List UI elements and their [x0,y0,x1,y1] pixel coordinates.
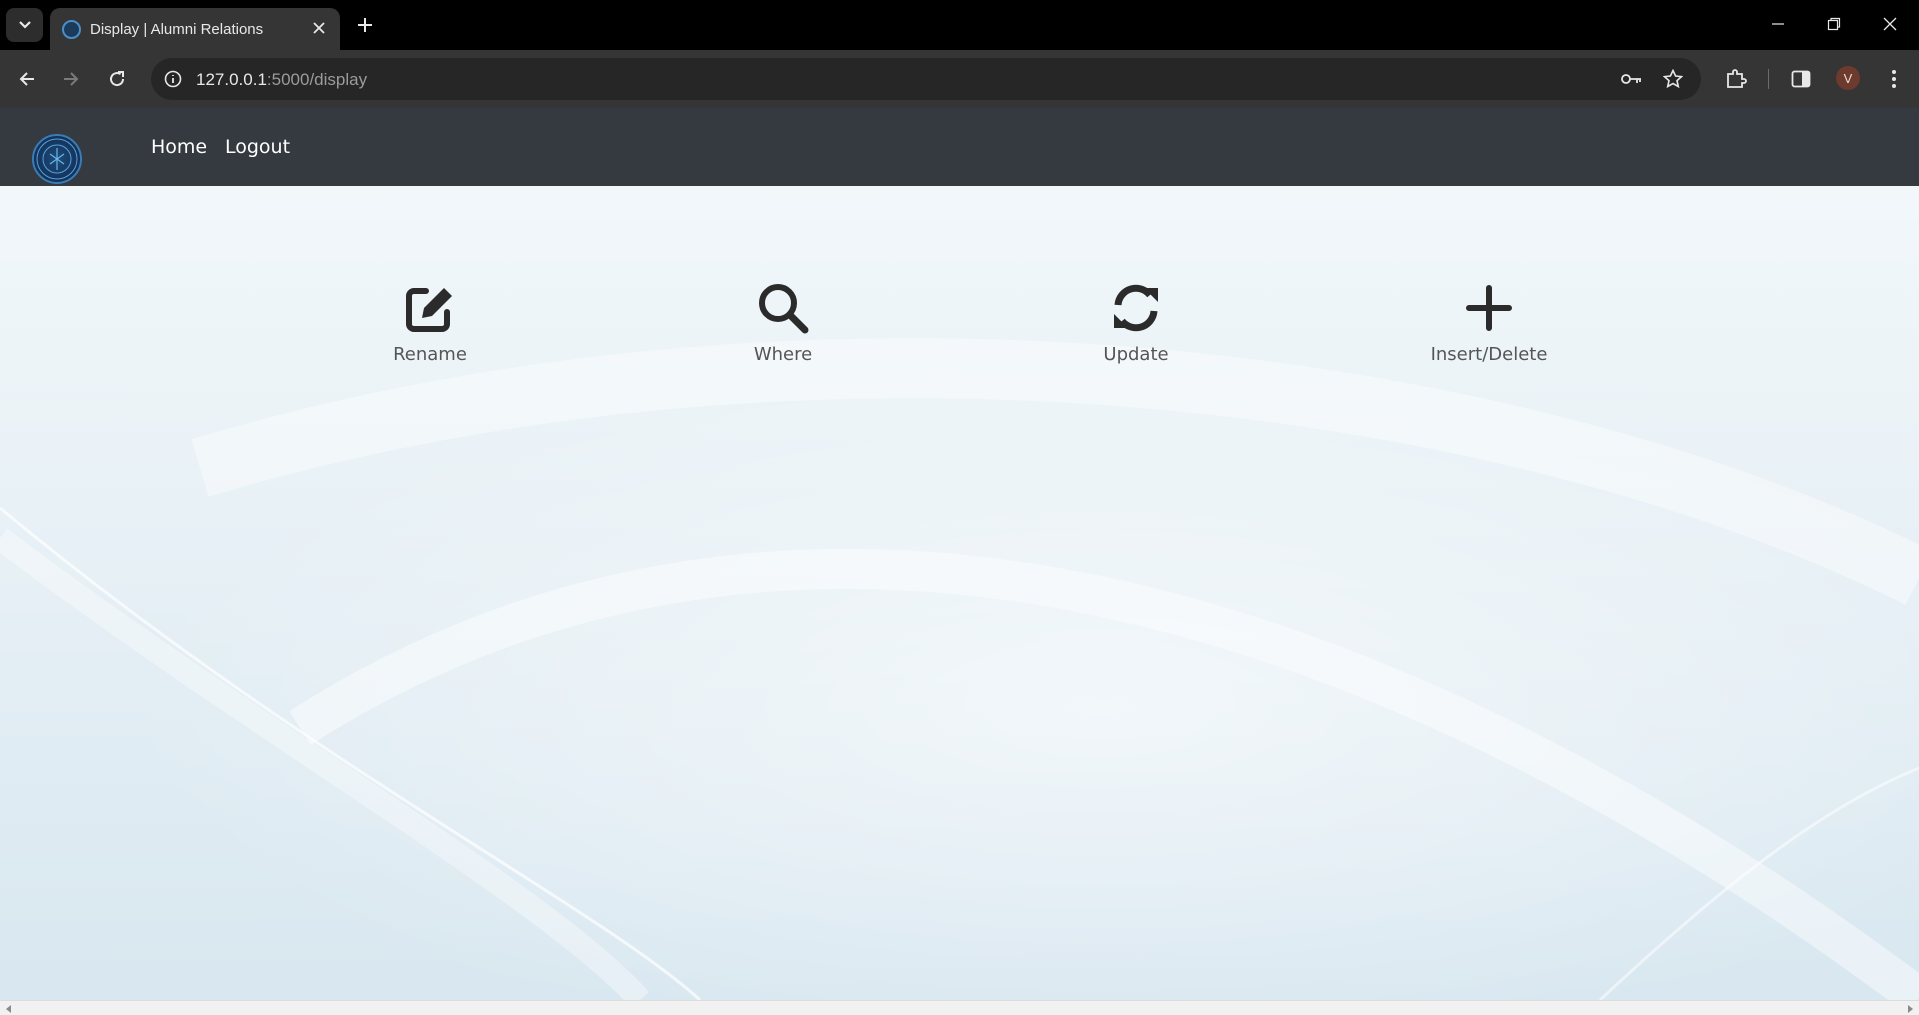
toolbar-divider [1768,69,1769,89]
forward-button[interactable] [53,61,89,97]
plus-icon [358,18,372,32]
update-action[interactable]: Update [1036,278,1236,365]
browser-tab-active[interactable]: Display | Alumni Relations [50,8,340,50]
close-window-button[interactable] [1862,0,1918,48]
reload-button[interactable] [99,61,135,97]
site-navbar: Home Logout [0,108,1919,186]
password-key-icon[interactable] [1620,67,1644,91]
site-logo[interactable] [32,134,82,184]
plus-icon [1466,285,1512,331]
minimize-window-button[interactable] [1750,0,1806,48]
arrow-right-icon [64,72,79,86]
restore-window-button[interactable] [1806,0,1862,48]
minimize-icon [1772,23,1784,25]
site-info-icon[interactable] [161,67,185,91]
insert-delete-action[interactable]: Insert/Delete [1389,278,1589,365]
arrow-left-icon [19,72,34,86]
back-button[interactable] [9,61,45,97]
edit-icon [406,288,452,332]
nav-logout-link[interactable]: Logout [225,136,290,158]
page-content: Home Logout Rename Where Update Insert/D… [0,108,1919,1000]
update-label: Update [1103,344,1169,365]
browser-tab-strip: Display | Alumni Relations [0,0,1919,50]
nav-home-link[interactable]: Home [151,136,207,158]
background-swoosh [0,338,1919,1000]
new-tab-button[interactable] [350,10,380,40]
bookmark-star-icon[interactable] [1661,67,1685,91]
restore-icon [1827,17,1841,31]
rename-label: Rename [393,344,467,365]
close-tab-icon[interactable] [308,17,330,39]
url-path: :5000/display [266,70,368,89]
horizontal-scrollbar[interactable] [0,1000,1919,1015]
sync-icon [1114,284,1158,332]
side-panel-icon[interactable] [1785,63,1817,95]
insert-delete-label: Insert/Delete [1430,344,1548,365]
tab-search-button[interactable] [6,8,43,42]
browser-toolbar: 127.0.0.1:5000/display V [0,50,1919,108]
address-bar[interactable]: 127.0.0.1:5000/display [151,58,1701,100]
reload-icon [110,71,125,87]
extensions-puzzle-icon[interactable] [1720,63,1752,95]
scroll-left-arrow-icon[interactable] [3,1003,14,1014]
site-favicon-icon [62,20,81,39]
close-icon [1883,17,1897,31]
url-host: 127.0.0.1 [196,70,267,89]
more-menu-icon[interactable] [1878,63,1910,95]
rename-action[interactable]: Rename [330,278,530,365]
where-label: Where [753,344,813,365]
tab-title: Display | Alumni Relations [90,21,264,38]
where-action[interactable]: Where [683,278,883,365]
chevron-down-icon [18,21,31,29]
search-icon [759,284,809,334]
scroll-right-arrow-icon[interactable] [1904,1003,1915,1014]
url-text[interactable]: 127.0.0.1:5000/display [196,70,367,90]
profile-avatar[interactable]: V [1836,66,1860,90]
